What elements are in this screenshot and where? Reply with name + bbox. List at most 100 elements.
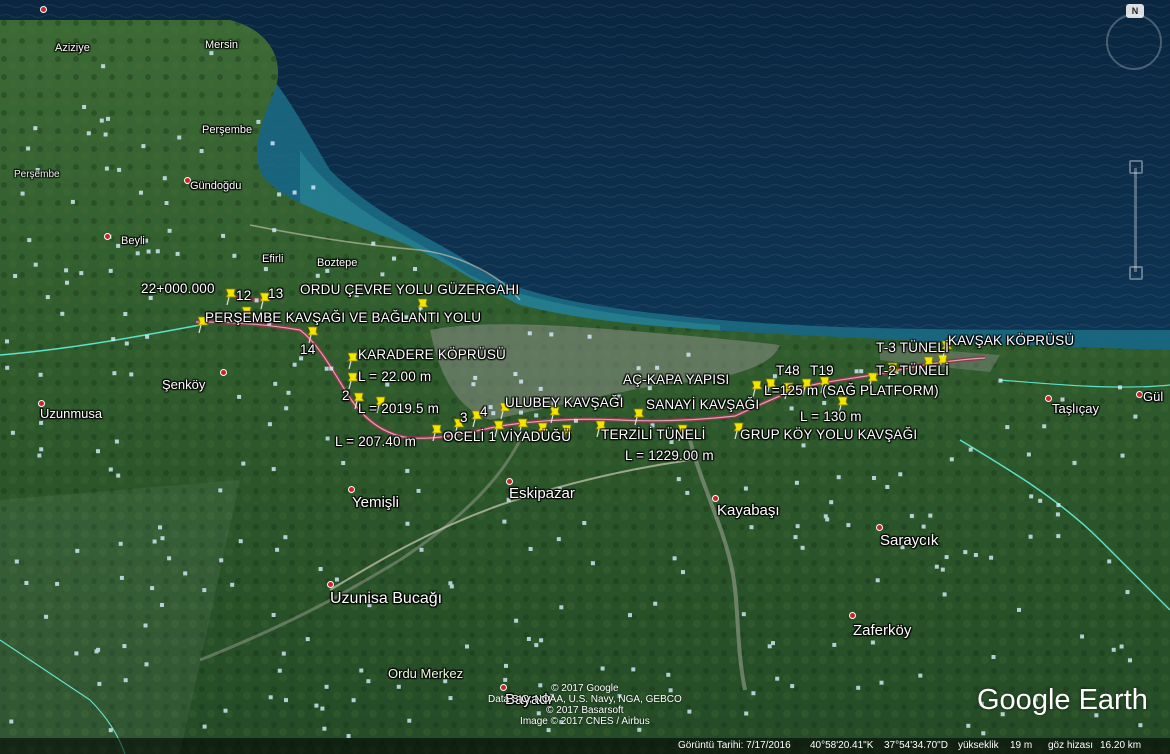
village-marker: [1042, 424, 1047, 429]
village-marker: [1133, 414, 1138, 419]
village-marker: [292, 362, 297, 367]
village-marker: [148, 296, 153, 300]
pushpin-icon[interactable]: [632, 408, 646, 426]
imagery-credits: © 2017 Google Data SIO, NOAA, U.S. Navy,…: [488, 683, 682, 727]
village-marker: [538, 386, 543, 391]
village-marker: [106, 116, 110, 121]
village-marker: [822, 401, 827, 405]
compass-north-icon[interactable]: N: [1126, 4, 1144, 18]
credit-line-2: Data SIO, NOAA, U.S. Navy, NGA, GEBCO: [488, 694, 682, 705]
village-marker: [832, 642, 837, 647]
village-marker: [413, 267, 417, 271]
village-marker: [1056, 534, 1061, 539]
village-marker: [519, 410, 523, 415]
place-label-boztepe: Boztepe: [317, 257, 358, 269]
label-ac-kapa-yapisi: AÇ-KAPA YAPISI: [623, 372, 730, 387]
village-marker: [230, 582, 235, 587]
village-marker: [116, 243, 121, 248]
village-marker: [909, 514, 914, 518]
village-marker: [885, 485, 890, 489]
village-marker: [275, 547, 280, 552]
village-marker: [167, 228, 172, 233]
village-marker: [846, 523, 851, 528]
village-marker: [519, 379, 524, 384]
place-label-saraycik: Saraycık: [880, 532, 939, 549]
village-marker: [103, 132, 108, 137]
village-marker: [38, 372, 43, 377]
village-marker: [20, 191, 25, 196]
village-marker: [111, 337, 116, 342]
village-marker: [590, 561, 595, 566]
navigation-ring[interactable]: [1106, 14, 1162, 70]
village-marker: [24, 581, 29, 585]
village-marker: [74, 651, 79, 656]
village-marker: [744, 711, 749, 716]
credit-line-3: © 2017 Basarsoft: [546, 705, 624, 716]
village-marker: [504, 663, 508, 668]
label-point-2: 2: [342, 388, 350, 403]
village-marker: [141, 144, 146, 149]
village-marker: [315, 273, 320, 278]
village-marker: [70, 199, 75, 204]
village-marker: [514, 618, 519, 623]
village-marker: [27, 238, 32, 243]
village-marker: [471, 382, 476, 387]
place-dot-zaferkoy: [849, 612, 856, 619]
village-marker: [981, 731, 986, 736]
village-marker: [1028, 534, 1033, 539]
village-marker: [281, 651, 286, 656]
village-marker: [631, 667, 636, 672]
village-marker: [528, 547, 533, 551]
zoom-track: [1134, 168, 1137, 272]
village-marker: [218, 488, 223, 493]
zoom-handle-bottom[interactable]: [1129, 266, 1143, 280]
village-marker: [75, 548, 80, 553]
village-marker: [237, 394, 242, 399]
village-marker: [793, 535, 798, 540]
village-marker: [44, 614, 49, 619]
village-marker: [325, 436, 330, 441]
village-marker: [160, 603, 164, 607]
village-marker: [870, 640, 875, 645]
village-marker: [749, 525, 754, 530]
village-marker: [324, 684, 329, 689]
village-marker: [898, 472, 903, 477]
village-marker: [794, 480, 799, 485]
place-dot-kayabasi: [712, 495, 719, 502]
google-earth-logo: Google Earth: [977, 684, 1148, 716]
place-label-ordu-merkez: Ordu Merkez: [388, 666, 464, 681]
village-marker: [223, 708, 228, 713]
place-dot-eskipazar: [506, 478, 513, 485]
village-marker: [416, 488, 421, 493]
village-marker: [55, 581, 60, 586]
zoom-slider[interactable]: [1129, 160, 1143, 280]
village-marker: [37, 453, 42, 458]
village-marker: [741, 612, 746, 617]
village-marker: [183, 571, 188, 576]
pushpin-icon[interactable]: [430, 424, 444, 442]
village-marker: [573, 418, 578, 423]
village-marker: [5, 339, 9, 344]
village-marker: [324, 366, 329, 371]
village-marker: [534, 413, 539, 418]
village-marker: [14, 559, 19, 564]
village-marker: [286, 390, 291, 395]
label-t2-tuneli: T-2 TÜNELİ: [876, 363, 950, 378]
village-marker: [1118, 385, 1122, 390]
village-marker: [526, 637, 531, 641]
village-marker: [653, 601, 658, 606]
zoom-handle[interactable]: [1129, 160, 1143, 174]
place-label-zaferkoy: Zaferköy: [853, 622, 912, 639]
village-marker: [405, 521, 410, 526]
pushpin-icon[interactable]: [750, 380, 764, 398]
village-marker: [119, 575, 124, 580]
village-marker: [334, 577, 339, 582]
status-bar: Görüntü Tarihi: 7/17/2016 40°58'20.41"K …: [0, 738, 1170, 754]
place-dot-taslicay: [1045, 395, 1052, 402]
village-marker: [108, 268, 113, 273]
village-marker: [968, 447, 973, 452]
place-dot-saraycik: [876, 524, 883, 531]
village-marker: [232, 253, 237, 258]
village-marker: [94, 649, 99, 654]
village-marker: [559, 605, 564, 610]
